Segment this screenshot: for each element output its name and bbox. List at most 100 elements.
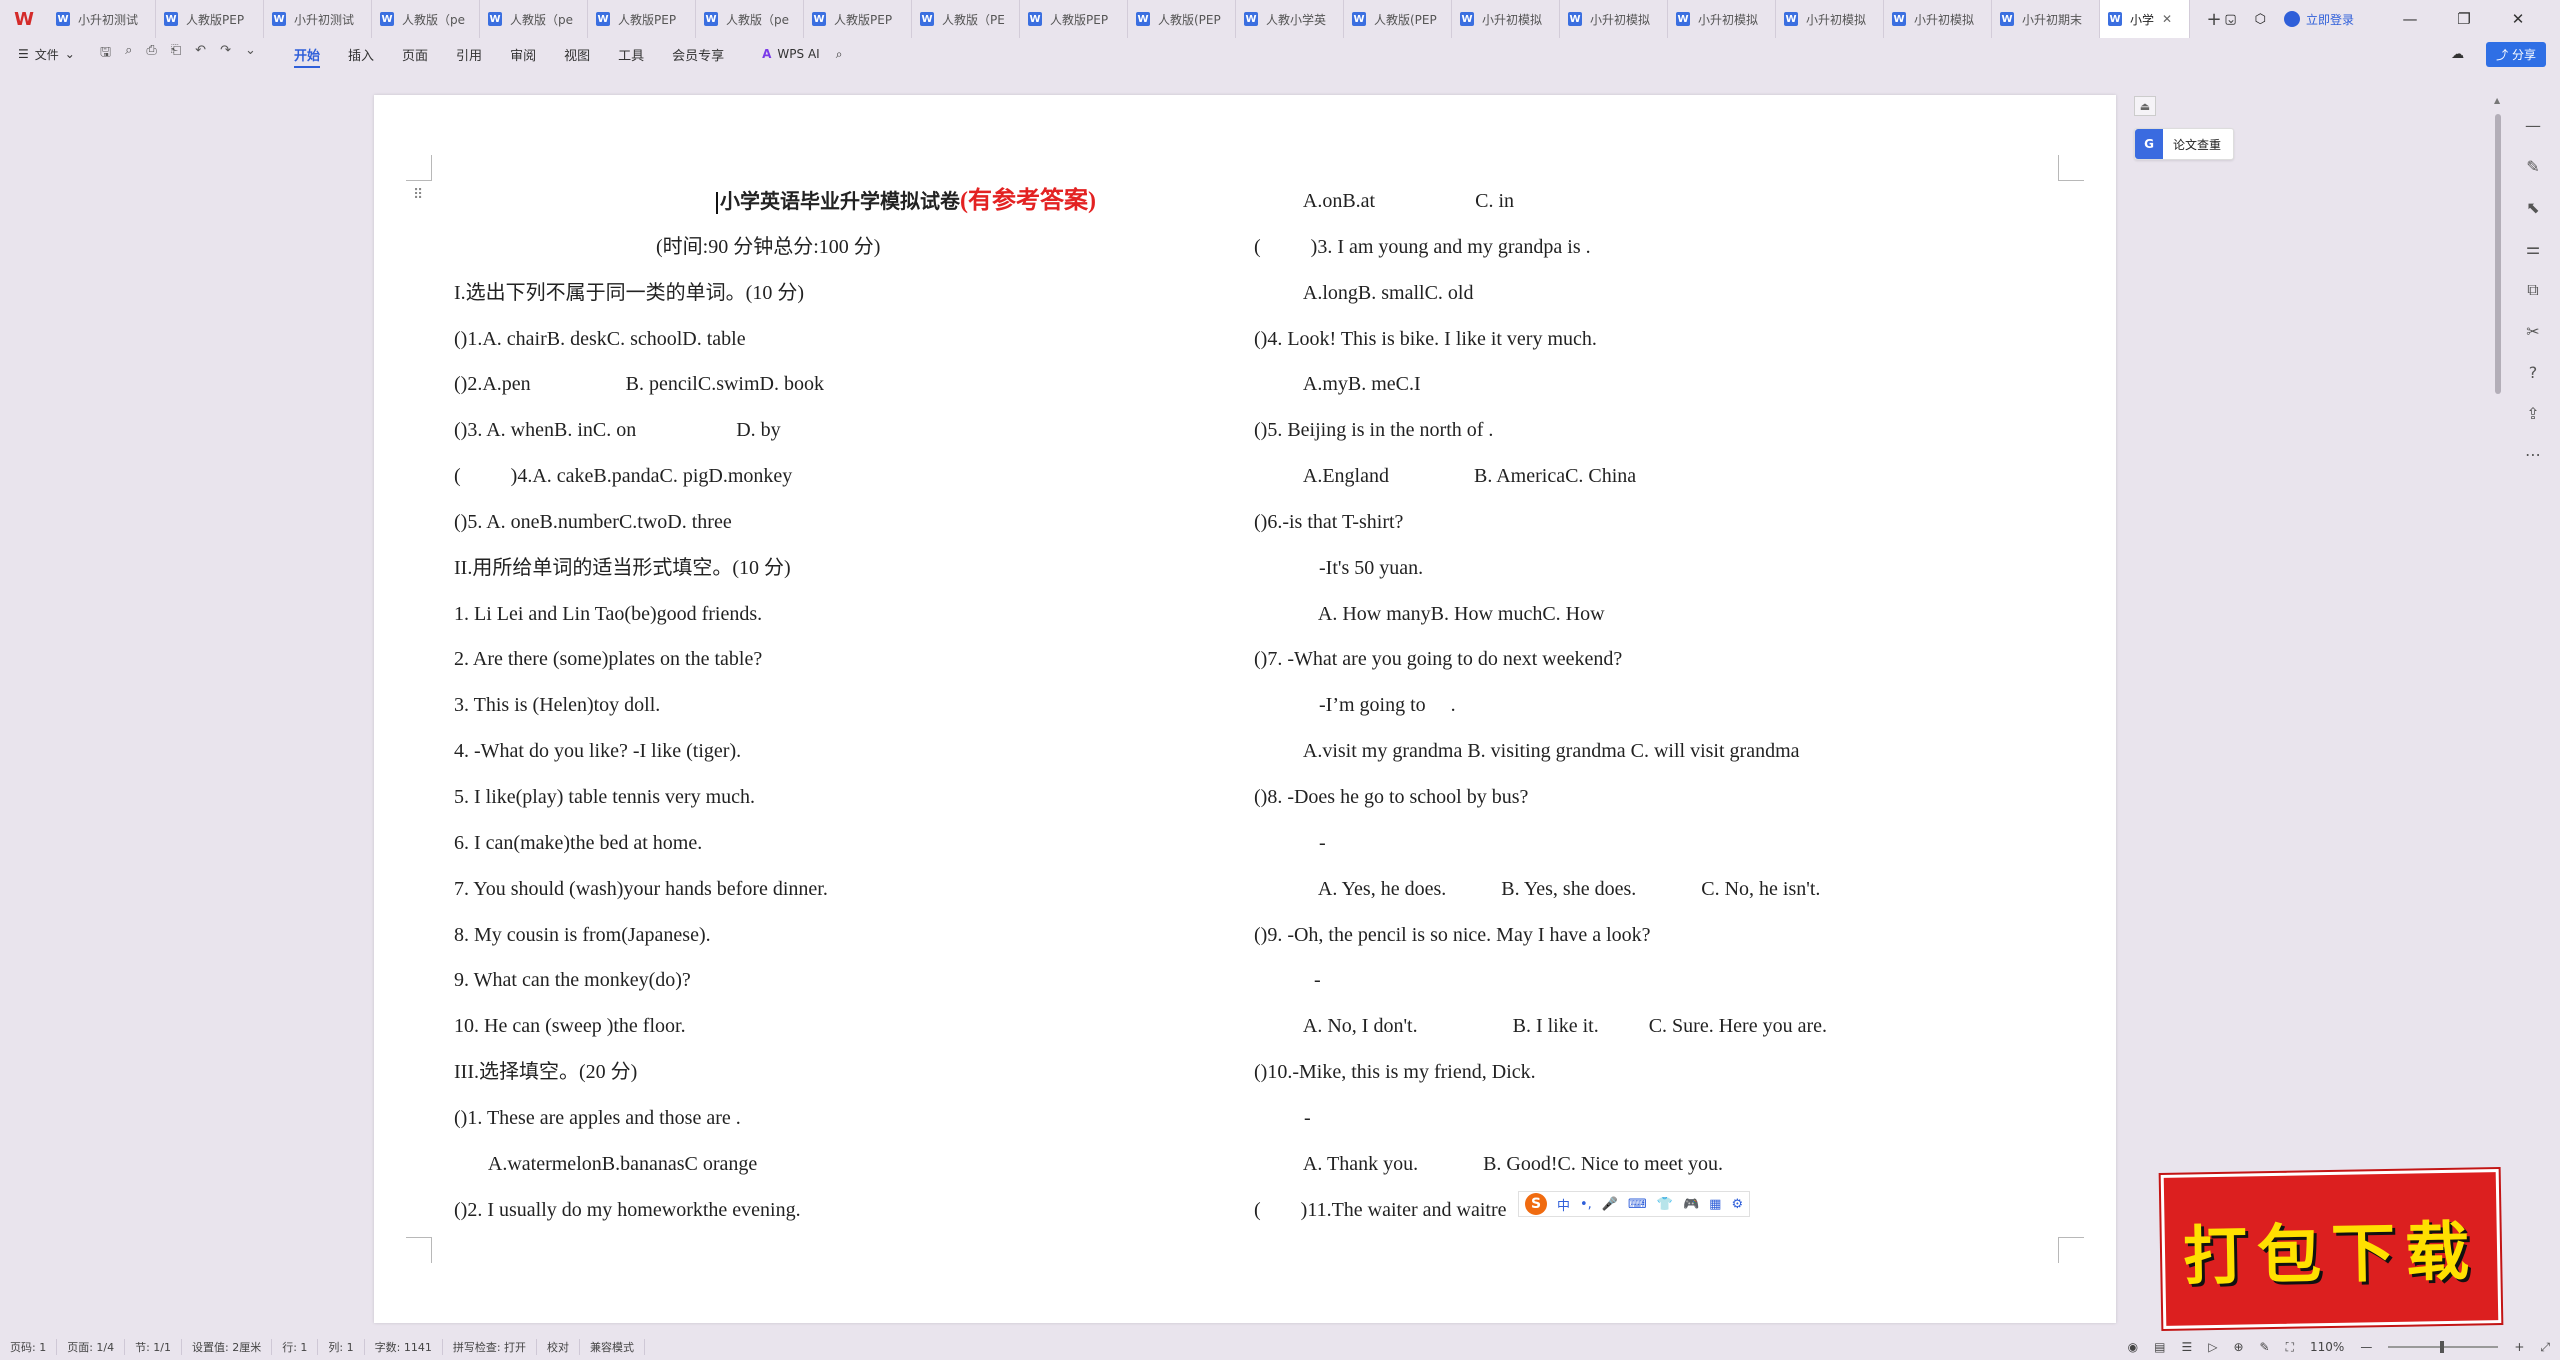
tab[interactable]: W 人教版PEP — [588, 0, 696, 38]
share-icon[interactable]: ⇪ — [2526, 404, 2539, 423]
save-icon[interactable]: 🖫 — [100, 43, 111, 65]
adjust-icon[interactable]: ⚌ — [2526, 239, 2540, 258]
ribbon-tab[interactable]: 开始 — [280, 38, 334, 70]
tab[interactable]: W 人教版PEP — [804, 0, 912, 38]
print-icon[interactable]: ⎙ — [146, 43, 156, 65]
play-icon[interactable]: ▷ — [2208, 1340, 2217, 1354]
zoom-in-icon[interactable]: + — [2514, 1340, 2524, 1354]
text-line: II.用所给单词的适当形式填空。(10 分) — [454, 556, 791, 579]
document-page[interactable]: ⠿ 小学英语毕业升学模拟试卷(有参考答案) (时间:90 分钟总分:100 分)… — [374, 95, 2116, 1323]
tab[interactable]: W 小升初期末 — [1992, 0, 2100, 38]
ime-item[interactable]: 🎮 — [1683, 1197, 1699, 1212]
ribbon-tab[interactable]: 审阅 — [496, 38, 550, 70]
tab[interactable]: W 小升初测试 — [264, 0, 372, 38]
status-proof[interactable]: 校对 — [537, 1339, 581, 1355]
translate-icon[interactable]: ⧉ — [2527, 280, 2538, 300]
ime-item[interactable]: ⌨ — [1628, 1197, 1647, 1212]
pen-icon[interactable]: ✎ — [2260, 1340, 2270, 1354]
tab[interactable]: W 小升初测试 — [48, 0, 156, 38]
doc-icon: W — [1028, 12, 1042, 26]
redo-icon[interactable]: ↷ — [220, 43, 231, 65]
search-doc-icon[interactable]: ⌕ — [125, 43, 132, 65]
ribbon-tab[interactable]: 插入 — [334, 38, 388, 70]
share-button[interactable]: ⤴ 分享 — [2486, 41, 2546, 67]
minus-icon[interactable]: — — [2525, 116, 2541, 135]
window-layout-icon[interactable]: ▢ — [2224, 12, 2236, 27]
status-pages[interactable]: 页面: 1/4 — [57, 1339, 126, 1355]
tab[interactable]: W 人教版（pe — [372, 0, 480, 38]
help-icon[interactable]: ? — [2529, 363, 2538, 382]
fit-icon[interactable]: ⛶ — [2286, 1340, 2294, 1355]
tab[interactable]: W 小升初模拟 — [1776, 0, 1884, 38]
web-view-icon[interactable]: ⊕ — [2233, 1340, 2243, 1354]
ime-item[interactable]: 🎤 — [1602, 1197, 1618, 1212]
select-icon[interactable]: ⬉ — [2526, 198, 2539, 217]
download-badge[interactable]: 打包下载 — [2160, 1169, 2502, 1329]
eye-icon[interactable]: ◉ — [2128, 1340, 2138, 1354]
undo-icon[interactable]: ↶ — [195, 43, 206, 65]
ime-item[interactable]: ⚙ — [1731, 1197, 1743, 1212]
tab[interactable]: W 人教版（pe — [480, 0, 588, 38]
tab[interactable]: W 小升初模拟 — [1668, 0, 1776, 38]
ime-item[interactable]: •, — [1580, 1197, 1592, 1212]
fullscreen-icon[interactable]: ⤢ — [2540, 1340, 2550, 1355]
file-menu[interactable]: ☰ 文件 ⌄ — [0, 46, 84, 63]
status-setting[interactable]: 设置值: 2厘米 — [182, 1339, 273, 1355]
tab[interactable]: W 人教版(PEP — [1344, 0, 1452, 38]
tab[interactable]: W 人教版PEP — [1020, 0, 1128, 38]
restore-button[interactable]: ❐ — [2446, 10, 2482, 28]
cube-icon[interactable]: ⬡ — [2255, 12, 2266, 27]
tab[interactable]: W 人教版(PEP — [1128, 0, 1236, 38]
tab[interactable]: W 小升初模拟 — [1452, 0, 1560, 38]
more-icon[interactable]: ⌄ — [245, 43, 256, 65]
vertical-scrollbar[interactable] — [2494, 100, 2502, 1310]
new-tab-button[interactable]: + — [2202, 9, 2226, 30]
tab[interactable]: W 小升初模拟 — [1884, 0, 1992, 38]
scrollbar-thumb[interactable] — [2495, 114, 2501, 394]
drag-handle-icon[interactable]: ⠿ — [413, 187, 423, 203]
tab-label: 小升初模拟 — [1698, 12, 1759, 27]
tab[interactable]: W 小升初模拟 — [1560, 0, 1668, 38]
status-compat[interactable]: 兼容模式 — [580, 1339, 646, 1355]
sogou-logo-icon[interactable]: S — [1525, 1193, 1547, 1215]
outline-view-icon[interactable]: ☰ — [2181, 1340, 2192, 1354]
cloud-icon[interactable]: ☁ — [2451, 47, 2464, 62]
ime-item[interactable]: ▦ — [1709, 1197, 1721, 1212]
page-view-icon[interactable]: ▤ — [2154, 1340, 2165, 1354]
login-button[interactable]: 立即登录 — [2283, 11, 2354, 28]
tab[interactable]: W 人教小学英 — [1236, 0, 1344, 38]
zoom-out-icon[interactable]: — — [2360, 1340, 2372, 1354]
wps-logo[interactable]: W — [0, 0, 48, 38]
ribbon-tab[interactable]: 会员专享 — [658, 38, 738, 70]
tab[interactable]: W 人教版（PE — [912, 0, 1020, 38]
ime-item[interactable]: 中 — [1557, 1195, 1570, 1214]
search-icon[interactable]: ⌕ — [836, 47, 843, 62]
tab[interactable]: W 人教版PEP — [156, 0, 264, 38]
tab[interactable]: W 人教版（pe — [696, 0, 804, 38]
zoom-slider[interactable] — [2388, 1341, 2499, 1353]
status-row[interactable]: 行: 1 — [272, 1339, 319, 1355]
status-section[interactable]: 节: 1/1 — [125, 1339, 183, 1355]
print-preview-icon[interactable]: ⎗ — [171, 43, 181, 65]
zoom-knob[interactable] — [2440, 1341, 2445, 1353]
tab-active[interactable]: W 小学 ✕ — [2100, 0, 2190, 38]
ribbon-tab[interactable]: 引用 — [442, 38, 496, 70]
minimize-button[interactable]: — — [2392, 10, 2428, 28]
status-spell[interactable]: 拼写检查: 打开 — [443, 1339, 538, 1355]
status-page-code[interactable]: 页码: 1 — [0, 1339, 58, 1355]
pen-icon[interactable]: ✎ — [2526, 157, 2539, 176]
more-icon[interactable]: ⋯ — [2525, 445, 2541, 464]
close-window-button[interactable]: ✕ — [2500, 10, 2536, 28]
wps-ai-button[interactable]: A WPS AI ⌕ — [738, 47, 842, 62]
close-icon[interactable]: ✕ — [2162, 12, 2172, 26]
zoom-level[interactable]: 110% — [2310, 1340, 2344, 1354]
status-col[interactable]: 列: 1 — [318, 1339, 365, 1355]
ribbon-tab[interactable]: 页面 — [388, 38, 442, 70]
ribbon-tab[interactable]: 工具 — [604, 38, 658, 70]
tools-icon[interactable]: ✂ — [2526, 322, 2539, 341]
plagiarism-check-button[interactable]: G 论文查重 — [2134, 128, 2235, 160]
collapse-panel-button[interactable]: ⏏ — [2134, 96, 2156, 116]
ime-item[interactable]: 👕 — [1657, 1197, 1673, 1212]
ribbon-tab[interactable]: 视图 — [550, 38, 604, 70]
status-words[interactable]: 字数: 1141 — [365, 1339, 443, 1355]
